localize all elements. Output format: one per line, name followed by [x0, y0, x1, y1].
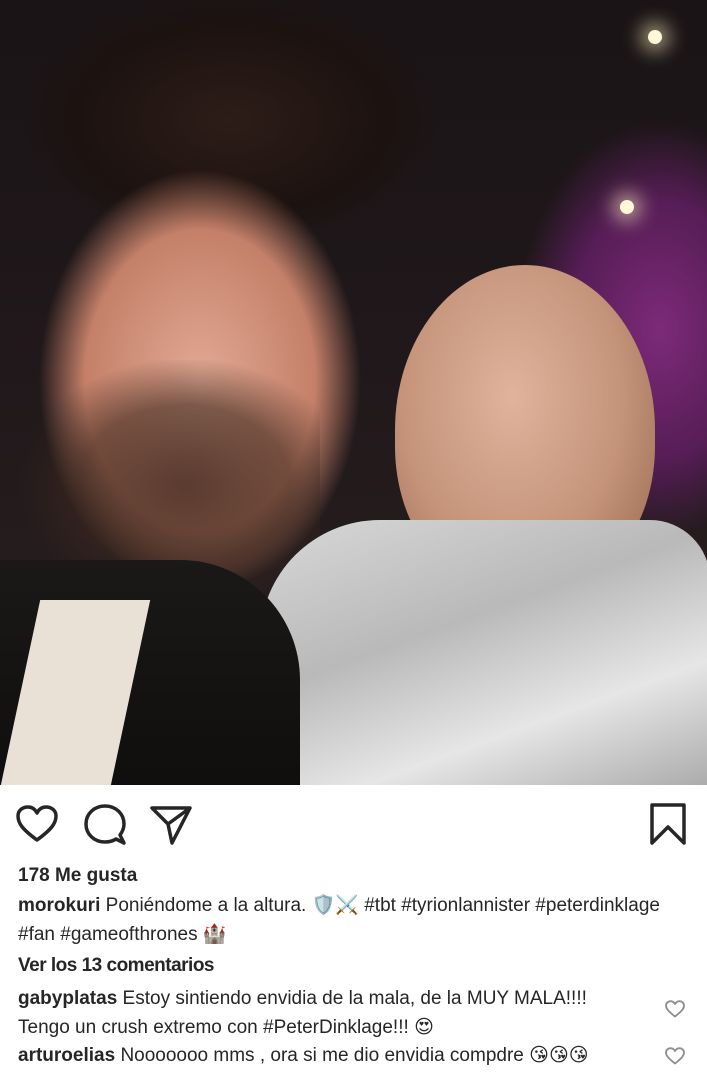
caption-hashtags[interactable]: #tbt #tyrionlannister #peterdinklage	[364, 895, 660, 916]
caption-hashtags-line2[interactable]: #fan #gameofthrones	[18, 924, 198, 945]
comment-text: Nooooooo mms , ora si me dio envidia com…	[120, 1045, 524, 1066]
share-icon[interactable]	[150, 805, 192, 845]
post-caption: morokuri Poniéndome a la altura. 🛡️⚔️ #t…	[18, 891, 698, 949]
comment-icon[interactable]	[84, 804, 126, 846]
caption-text: Poniéndome a la altura.	[105, 895, 307, 916]
view-all-comments-link[interactable]: Ver los 13 comentarios	[18, 952, 215, 980]
shield-swords-emoji: 🛡️⚔️	[311, 894, 359, 916]
photo-subject-jacket	[260, 520, 707, 785]
caption-author[interactable]: morokuri	[18, 895, 100, 916]
bookmark-icon[interactable]	[649, 803, 687, 845]
comment-like-icon[interactable]	[665, 1047, 685, 1070]
post-actions-bar	[0, 785, 707, 865]
likes-count[interactable]: 178 Me gusta	[18, 862, 698, 890]
heart-icon[interactable]	[16, 805, 58, 843]
comment-text: Estoy sintiendo envidia de la mala, de l…	[122, 988, 587, 1009]
comment-username[interactable]: gabyplatas	[18, 988, 117, 1009]
heart-eyes-emoji: 😍	[414, 1016, 434, 1038]
kiss-emoji: 😘😘😘	[529, 1044, 589, 1066]
stage-light	[648, 30, 662, 44]
comment-username[interactable]: arturoelias	[18, 1045, 115, 1066]
post-photo[interactable]	[0, 0, 707, 785]
comment-like-icon[interactable]	[665, 1000, 685, 1023]
comment-item: gabyplatas Estoy sintiendo envidia de la…	[18, 985, 648, 1042]
castle-emoji: 🏰	[202, 923, 227, 945]
comment-item: arturoelias Nooooooo mms , ora si me dio…	[18, 1041, 648, 1070]
stage-light	[620, 200, 634, 214]
comment-text-line2: Tengo un crush extremo con #PeterDinklag…	[18, 1017, 409, 1038]
